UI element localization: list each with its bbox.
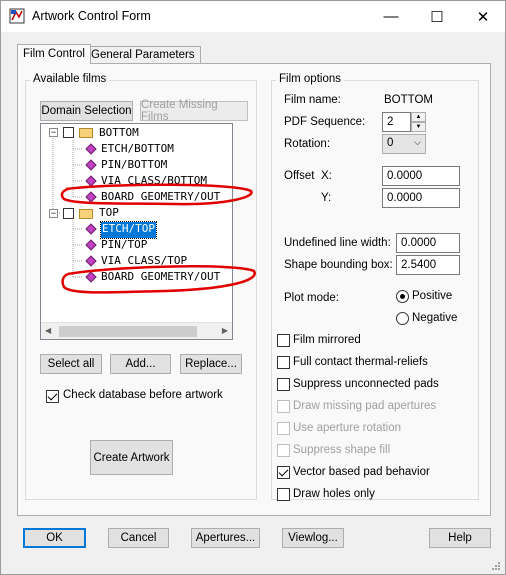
suppress-unconnected-pads-label: Suppress unconnected pads: [293, 378, 439, 390]
full-contact-thermal-reliefs-checkbox[interactable]: [277, 356, 290, 369]
folder-icon: [79, 128, 93, 138]
draw-missing-pad-apertures-checkbox: [277, 400, 290, 413]
available-films-legend: Available films: [30, 73, 110, 85]
add-button[interactable]: Add...: [110, 354, 171, 374]
close-button[interactable]: ✕: [460, 1, 506, 32]
pdf-sequence-label: PDF Sequence:: [284, 116, 366, 128]
artwork-control-window: Artwork Control Form — ☐ ✕ Film Control …: [0, 0, 506, 575]
offset-x-label: X:: [321, 170, 332, 182]
film-options-legend: Film options: [276, 73, 344, 85]
scroll-right-icon[interactable]: ▶: [222, 326, 228, 335]
tab-film-control[interactable]: Film Control: [17, 44, 91, 64]
film-mirrored-checkbox[interactable]: [277, 334, 290, 347]
film-name-label: Film name:: [284, 94, 341, 106]
horizontal-scrollbar[interactable]: ◀ ▶: [41, 322, 232, 339]
use-aperture-rotation-checkbox: [277, 422, 290, 435]
scrollbar-thumb[interactable]: [59, 326, 197, 337]
replace-button[interactable]: Replace...: [180, 354, 242, 374]
window-title: Artwork Control Form: [32, 9, 151, 23]
help-button[interactable]: Help: [429, 528, 491, 548]
rotation-value: 0: [387, 137, 394, 149]
check-database-label: Check database before artwork: [63, 389, 223, 401]
spin-up-icon[interactable]: ▲: [411, 112, 426, 122]
title-bar: Artwork Control Form — ☐ ✕: [1, 1, 505, 32]
ok-button[interactable]: OK: [23, 528, 86, 548]
rotation-select[interactable]: 0 ⌵: [382, 134, 426, 154]
viewlog-button[interactable]: Viewlog...: [282, 528, 344, 548]
apertures-button[interactable]: Apertures...: [191, 528, 260, 548]
maximize-button[interactable]: ☐: [414, 1, 460, 32]
cancel-button[interactable]: Cancel: [108, 528, 169, 548]
offset-y-input[interactable]: 0.0000: [382, 188, 460, 208]
suppress-shape-fill-label: Suppress shape fill: [293, 444, 391, 456]
create-missing-films-button: Create Missing Films: [140, 99, 248, 123]
minimize-icon: —: [383, 8, 399, 25]
tree-item-pin-bottom[interactable]: PIN/BOTTOM: [101, 158, 167, 174]
minimize-button[interactable]: —: [368, 1, 414, 32]
full-contact-thermal-reliefs-label: Full contact thermal-reliefs: [293, 356, 428, 368]
tab-general-parameters[interactable]: General Parameters: [85, 46, 201, 63]
rotation-label: Rotation:: [284, 138, 331, 150]
select-all-button[interactable]: Select all: [40, 354, 102, 374]
plot-mode-label: Plot mode:: [284, 292, 339, 304]
vector-based-pad-behavior-checkbox[interactable]: [277, 466, 290, 479]
shape-bounding-box-input[interactable]: 2.5400: [396, 255, 460, 275]
maximize-icon: ☐: [430, 8, 444, 26]
tree-item-bottom[interactable]: BOTTOM: [99, 126, 139, 142]
red-annotation-marks: [60, 183, 256, 294]
expand-bottom-toggle[interactable]: −: [49, 128, 58, 137]
film-mirrored-label: Film mirrored: [293, 334, 361, 346]
offset-label: Offset: [284, 170, 315, 182]
scroll-left-icon[interactable]: ◀: [45, 326, 51, 335]
create-artwork-button[interactable]: Create Artwork: [90, 440, 173, 475]
offset-y-label: Y:: [321, 192, 332, 204]
undefined-line-width-label: Undefined line width:: [284, 237, 391, 249]
film-name-value: BOTTOM: [384, 94, 433, 106]
bottom-folder-checkbox[interactable]: [63, 127, 74, 138]
suppress-shape-fill-checkbox: [277, 444, 290, 457]
plot-mode-negative-radio[interactable]: [396, 312, 409, 325]
plot-mode-negative-label: Negative: [412, 312, 458, 324]
suppress-unconnected-pads-checkbox[interactable]: [277, 378, 290, 391]
check-database-checkbox[interactable]: [46, 390, 59, 403]
offset-x-input[interactable]: 0.0000: [382, 166, 460, 186]
draw-holes-only-checkbox[interactable]: [277, 488, 290, 501]
vector-based-pad-behavior-label: Vector based pad behavior: [293, 466, 430, 478]
domain-selection-button[interactable]: Domain Selection: [40, 101, 133, 121]
draw-missing-pad-apertures-label: Draw missing pad apertures: [293, 400, 437, 412]
use-aperture-rotation-label: Use aperture rotation: [293, 422, 402, 434]
shape-bounding-box-label: Shape bounding box:: [284, 259, 393, 271]
draw-holes-only-label: Draw holes only: [293, 488, 375, 500]
close-icon: ✕: [476, 8, 490, 26]
undefined-line-width-input[interactable]: 0.0000: [396, 233, 460, 253]
chevron-down-icon: ⌵: [414, 137, 421, 147]
plot-mode-positive-radio[interactable]: [396, 290, 409, 303]
app-icon: [9, 8, 25, 24]
spin-down-icon[interactable]: ▼: [411, 122, 426, 132]
plot-mode-positive-label: Positive: [412, 290, 453, 302]
tree-item-etch-bottom[interactable]: ETCH/BOTTOM: [101, 142, 174, 158]
resize-grip-icon[interactable]: [490, 560, 502, 572]
pdf-sequence-input[interactable]: 2: [382, 112, 411, 132]
